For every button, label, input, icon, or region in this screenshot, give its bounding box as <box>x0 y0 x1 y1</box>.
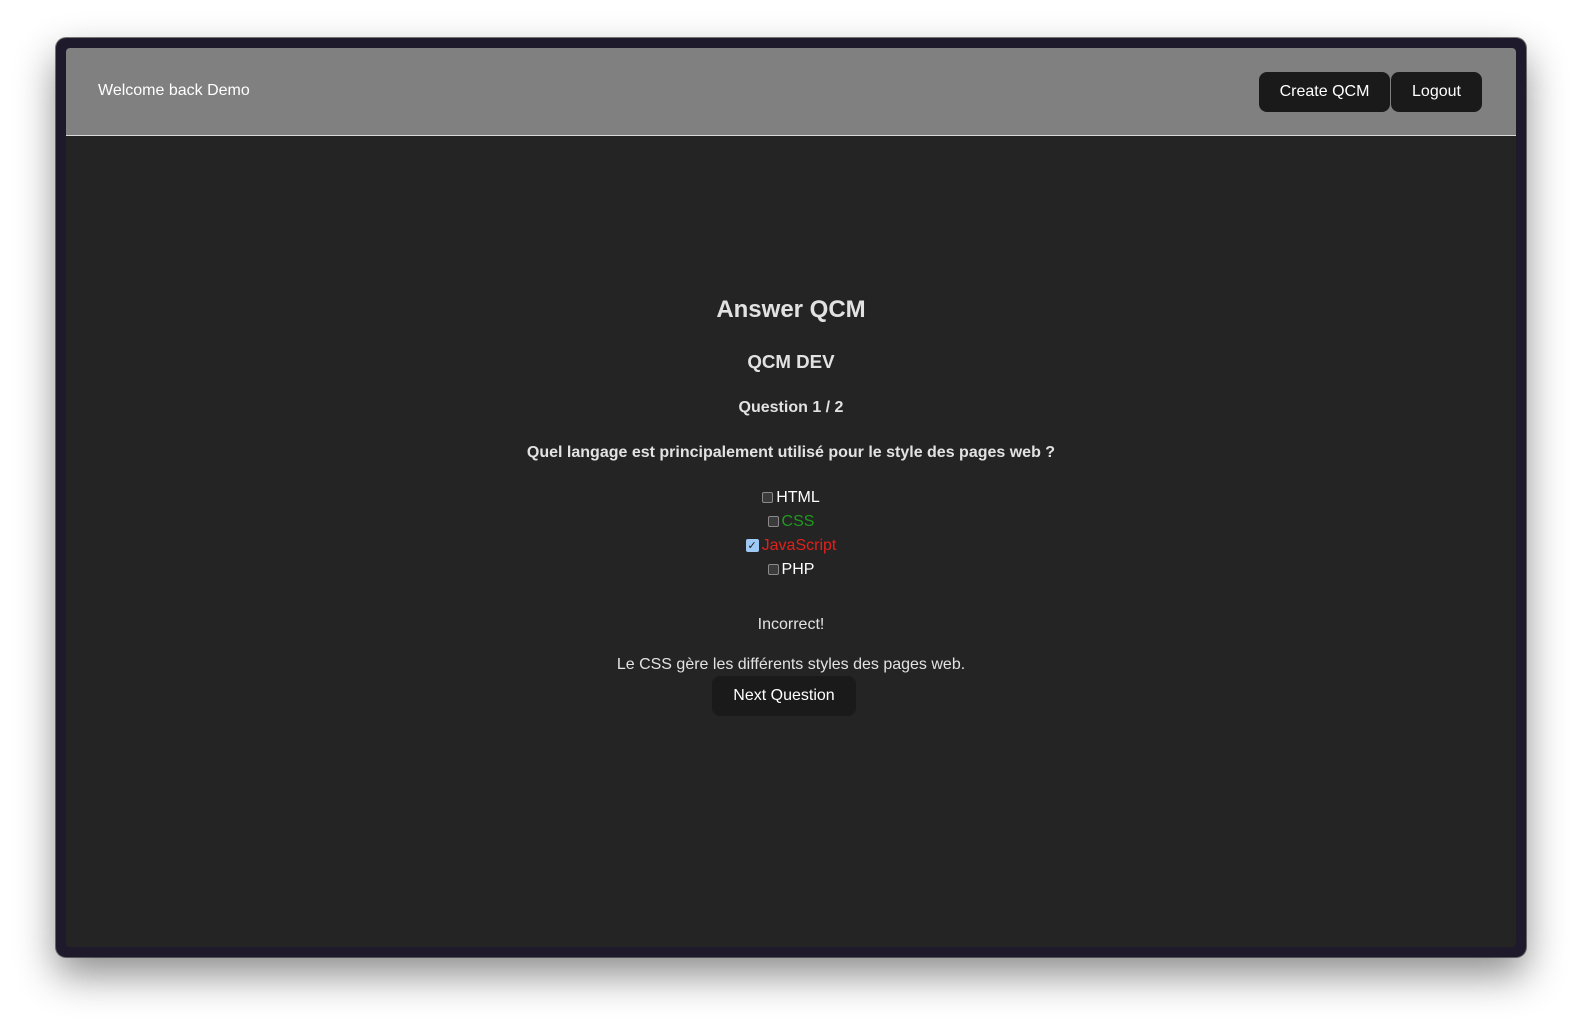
create-qcm-button[interactable]: Create QCM <box>1259 72 1390 112</box>
result-message: Incorrect! <box>757 616 825 633</box>
option-checkbox[interactable]: ✓ <box>745 538 759 552</box>
option-css[interactable]: CSS <box>66 510 1516 534</box>
option-php[interactable]: PHP <box>66 558 1516 582</box>
welcome-text: Welcome back Demo <box>98 82 250 99</box>
browser-viewport: Welcome back Demo Create QCM Logout Answ… <box>66 48 1516 947</box>
option-checkbox[interactable] <box>767 563 779 575</box>
option-label: PHP <box>781 561 815 578</box>
question-counter: Question 1 / 2 <box>738 399 844 416</box>
option-checkbox[interactable] <box>762 491 774 503</box>
app-window: Welcome back Demo Create QCM Logout Answ… <box>56 38 1526 957</box>
option-label: CSS <box>781 513 815 530</box>
option-javascript[interactable]: ✓ JavaScript <box>66 534 1516 558</box>
option-label: JavaScript <box>761 537 837 554</box>
next-question-button[interactable]: Next Question <box>712 676 856 716</box>
qcm-name: QCM DEV <box>747 351 835 372</box>
question-text: Quel langage est principalement utilisé … <box>526 444 1056 461</box>
option-label: HTML <box>776 489 820 506</box>
option-checkbox[interactable] <box>767 515 779 527</box>
navbar: Welcome back Demo Create QCM Logout <box>66 48 1516 136</box>
logout-button[interactable]: Logout <box>1391 72 1482 112</box>
explanation-text: Le CSS gère les différents styles des pa… <box>616 656 966 673</box>
answer-options: HTML CSS ✓ JavaScript PHP <box>66 486 1516 582</box>
page-title: Answer QCM <box>716 296 866 323</box>
option-html[interactable]: HTML <box>66 486 1516 510</box>
